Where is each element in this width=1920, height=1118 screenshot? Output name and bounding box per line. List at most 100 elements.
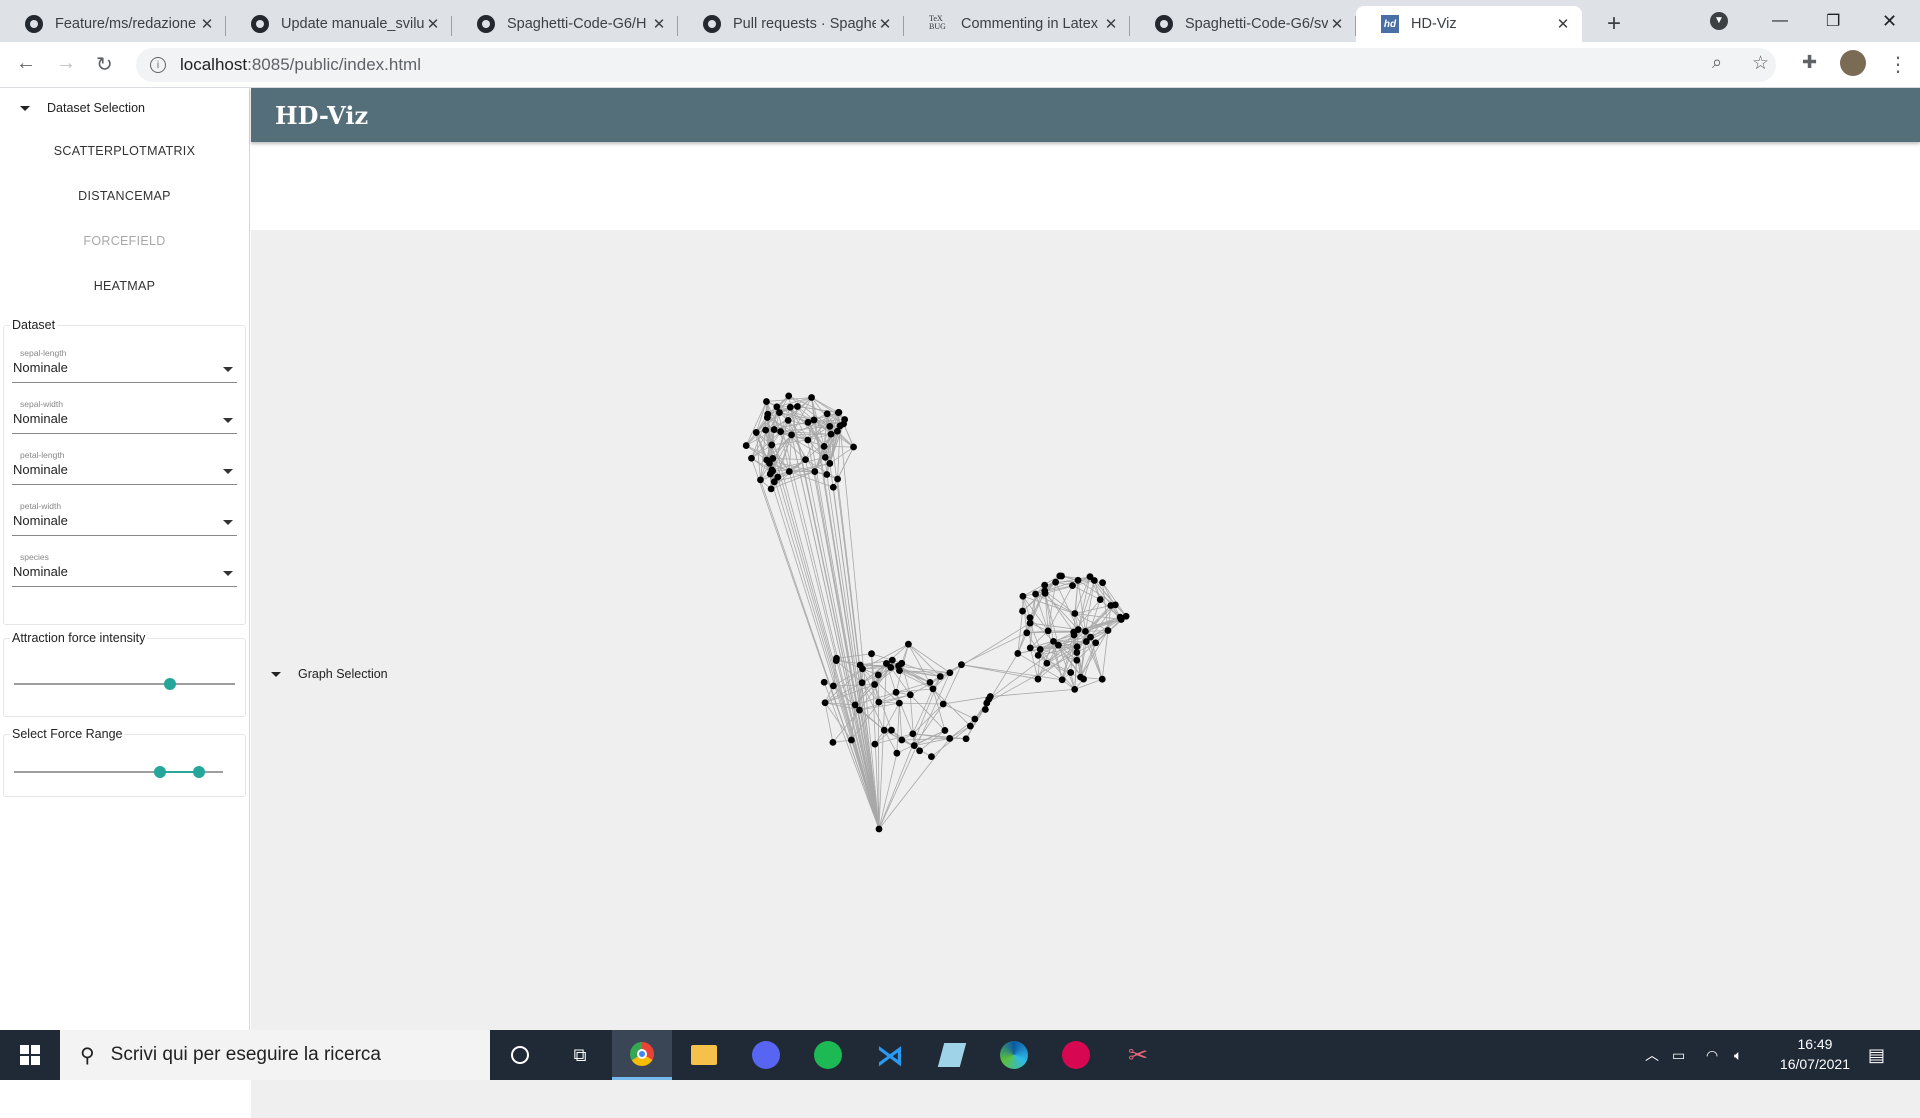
- graph-node[interactable]: [764, 414, 771, 421]
- graph-node[interactable]: [1112, 601, 1119, 608]
- taskbar-search-box[interactable]: ⚲ Scrivi qui per eseguire la ricerca: [60, 1030, 490, 1080]
- graph-node[interactable]: [1077, 674, 1084, 681]
- graph-node[interactable]: [777, 428, 784, 435]
- windows-start-button[interactable]: [0, 1030, 60, 1080]
- graph-node[interactable]: [1087, 573, 1094, 580]
- close-icon[interactable]: ✕: [876, 15, 894, 33]
- debian-icon[interactable]: [1046, 1030, 1106, 1080]
- extensions-icon[interactable]: ✚: [1802, 52, 1817, 73]
- graph-node[interactable]: [768, 485, 775, 492]
- tab-4[interactable]: TeXBUGCommenting in Latex✕: [904, 6, 1130, 42]
- distancemap-button[interactable]: DISTANCEMAP: [0, 173, 249, 218]
- graph-node[interactable]: [916, 747, 923, 754]
- graph-node[interactable]: [1071, 610, 1078, 617]
- sepal-width-select[interactable]: sepal-widthNominale: [12, 383, 237, 434]
- graph-node[interactable]: [743, 442, 750, 449]
- graph-node[interactable]: [811, 417, 818, 424]
- graph-node[interactable]: [804, 437, 811, 444]
- graph-node[interactable]: [829, 739, 836, 746]
- tab-search-icon[interactable]: ▼: [1710, 0, 1728, 42]
- graph-node[interactable]: [1059, 676, 1066, 683]
- graph-node[interactable]: [836, 409, 843, 416]
- notifications-icon[interactable]: ▤: [1868, 1030, 1885, 1080]
- graph-node[interactable]: [771, 426, 778, 433]
- graph-node[interactable]: [905, 641, 912, 648]
- graph-node[interactable]: [871, 681, 878, 688]
- graph-node[interactable]: [971, 716, 978, 723]
- graph-node[interactable]: [828, 431, 835, 438]
- tab-0[interactable]: Feature/ms/redazione✕: [0, 6, 226, 42]
- graph-node[interactable]: [1052, 579, 1059, 586]
- close-icon[interactable]: ✕: [1554, 15, 1572, 33]
- graph-node[interactable]: [833, 657, 840, 664]
- range-thumb-low[interactable]: [154, 766, 166, 778]
- graph-node[interactable]: [1099, 579, 1106, 586]
- wifi-icon[interactable]: ◠: [1706, 1030, 1718, 1080]
- menu-icon[interactable]: ⋮: [1888, 52, 1908, 77]
- range-thumb-high[interactable]: [193, 766, 205, 778]
- close-icon[interactable]: ✕: [198, 15, 216, 33]
- minimize-icon[interactable]: —: [1772, 0, 1788, 42]
- graph-node[interactable]: [895, 663, 902, 670]
- graph-node[interactable]: [1023, 629, 1030, 636]
- task-view-icon[interactable]: ⧉: [550, 1030, 610, 1080]
- graph-node[interactable]: [1071, 686, 1078, 693]
- graph-node[interactable]: [748, 455, 755, 462]
- graph-node[interactable]: [1082, 628, 1089, 635]
- edge-icon[interactable]: [984, 1030, 1044, 1080]
- reload-icon[interactable]: ↻: [96, 52, 113, 77]
- tab-6[interactable]: hdHD-Viz✕: [1356, 6, 1582, 42]
- graph-node[interactable]: [762, 427, 769, 434]
- graph-node[interactable]: [787, 404, 794, 411]
- graph-node[interactable]: [1092, 639, 1099, 646]
- graph-node[interactable]: [773, 403, 780, 410]
- graph-node[interactable]: [898, 737, 905, 744]
- notepad-icon[interactable]: [922, 1030, 982, 1080]
- graph-node[interactable]: [1041, 587, 1048, 594]
- graph-node[interactable]: [1020, 593, 1027, 600]
- close-icon[interactable]: ✕: [1328, 15, 1346, 33]
- graph-node[interactable]: [875, 699, 882, 706]
- graph-node[interactable]: [776, 409, 783, 416]
- graph-node[interactable]: [883, 660, 890, 667]
- graph-node[interactable]: [1070, 629, 1077, 636]
- graph-node[interactable]: [826, 460, 833, 467]
- graph-node[interactable]: [786, 468, 793, 475]
- graph-node[interactable]: [1032, 591, 1039, 598]
- graph-node[interactable]: [1027, 644, 1034, 651]
- tab-3[interactable]: Pull requests · Spaghe✕: [678, 6, 904, 42]
- graph-node[interactable]: [767, 471, 774, 478]
- volume-icon[interactable]: 🔈︎: [1734, 1030, 1742, 1080]
- heatmap-button[interactable]: HEATMAP: [0, 263, 249, 308]
- graph-node[interactable]: [1105, 627, 1112, 634]
- graph-node[interactable]: [881, 727, 888, 734]
- graph-node[interactable]: [826, 423, 833, 430]
- forward-icon[interactable]: →: [56, 52, 76, 75]
- graph-node[interactable]: [859, 665, 866, 672]
- close-icon[interactable]: ✕: [1102, 15, 1120, 33]
- scatterplotmatrix-button[interactable]: SCATTERPLOTMATRIX: [0, 128, 249, 173]
- graph-node[interactable]: [1073, 649, 1080, 656]
- graph-node[interactable]: [871, 741, 878, 748]
- maximize-icon[interactable]: ❐: [1826, 0, 1840, 42]
- graph-node[interactable]: [1097, 596, 1104, 603]
- tab-2[interactable]: Spaghetti-Code-G6/H✕: [452, 6, 678, 42]
- graph-node[interactable]: [987, 693, 994, 700]
- graph-node[interactable]: [805, 419, 812, 426]
- graph-node[interactable]: [868, 650, 875, 657]
- graph-node[interactable]: [802, 456, 809, 463]
- snipping-icon[interactable]: ✂: [1108, 1030, 1168, 1080]
- graph-node[interactable]: [753, 429, 760, 436]
- bookmark-star-icon[interactable]: ☆: [1752, 52, 1769, 75]
- graph-node[interactable]: [824, 410, 831, 417]
- graph-node[interactable]: [841, 416, 848, 423]
- graph-node[interactable]: [946, 669, 953, 676]
- tab-1[interactable]: Update manuale_svilu✕: [226, 6, 452, 42]
- graph-node[interactable]: [823, 471, 830, 478]
- graph-node[interactable]: [1037, 646, 1044, 653]
- graph-node[interactable]: [1055, 642, 1062, 649]
- graph-node[interactable]: [889, 657, 896, 664]
- graph-node[interactable]: [982, 706, 989, 713]
- graph-node[interactable]: [850, 444, 857, 451]
- graph-node[interactable]: [888, 727, 895, 734]
